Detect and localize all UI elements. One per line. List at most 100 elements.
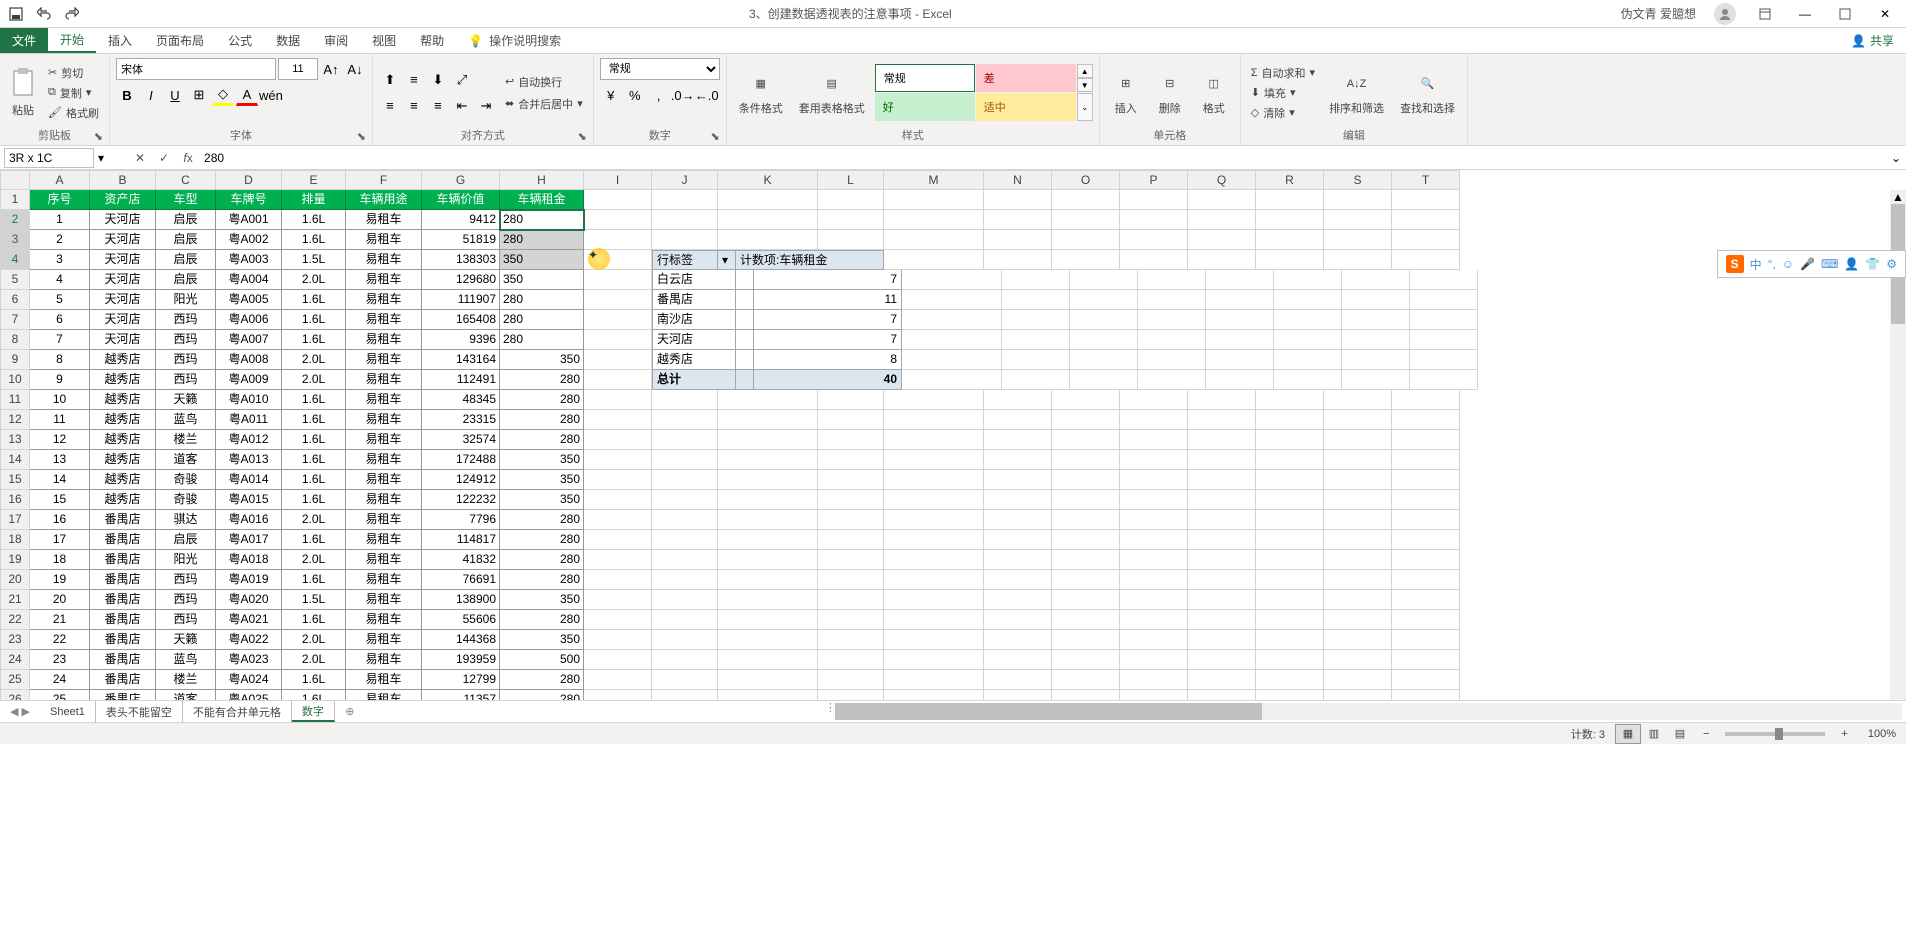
cell[interactable]: 1.5L [282,250,346,270]
cell[interactable] [1188,210,1256,230]
cell[interactable] [984,690,1052,700]
cell[interactable] [1324,230,1392,250]
cell[interactable] [1410,290,1478,310]
cell[interactable] [1392,530,1460,550]
cell[interactable]: 350 [500,470,584,490]
cell[interactable]: 番禺店 [90,670,156,690]
cell[interactable]: 易租车 [346,570,422,590]
cell[interactable]: 7 [754,310,902,330]
cell[interactable] [1052,390,1120,410]
cell[interactable]: 天河店 [90,330,156,350]
cell[interactable] [1256,510,1324,530]
cell[interactable] [1324,470,1392,490]
cell[interactable] [1052,430,1120,450]
cell[interactable] [884,610,984,630]
cell[interactable]: 粤A025 [216,690,282,700]
row-header[interactable]: 22 [0,610,30,630]
cell[interactable]: 48345 [422,390,500,410]
cell[interactable]: 番禺店 [90,690,156,700]
cell[interactable] [718,690,818,700]
cell[interactable]: ▾ [718,250,736,270]
cell[interactable] [652,510,718,530]
cell[interactable] [884,530,984,550]
share-button[interactable]: 👤 共享 [1839,28,1906,53]
cell[interactable]: 易租车 [346,530,422,550]
tab-review[interactable]: 审阅 [312,28,360,53]
expand-formula-icon[interactable]: ⌄ [1886,151,1906,165]
cell[interactable]: 124912 [422,470,500,490]
add-sheet-button[interactable]: ⊕ [335,701,365,722]
cell[interactable]: 粤A021 [216,610,282,630]
tell-me[interactable]: 💡 操作说明搜索 [456,28,561,53]
number-format-select[interactable]: 常规 [600,58,720,80]
fill-color-button[interactable]: ◇ [212,84,234,106]
cell[interactable] [1324,190,1392,210]
cell[interactable]: 1 [30,210,90,230]
cell[interactable] [584,290,652,310]
cell[interactable]: 西玛 [156,330,216,350]
cell[interactable]: 天籁 [156,630,216,650]
cell[interactable]: 2.0L [282,370,346,390]
cell[interactable]: 番禺店 [90,570,156,590]
decrease-font-icon[interactable]: A↓ [344,58,366,80]
row-header[interactable]: 10 [0,370,30,390]
cell[interactable]: 1.6L [282,570,346,590]
cell[interactable] [1188,390,1256,410]
fx-icon[interactable]: fx [176,151,200,165]
sort-filter-button[interactable]: A↓Z 排序和筛选 [1323,68,1390,118]
cell[interactable] [884,690,984,700]
row-header[interactable]: 17 [0,510,30,530]
paste-button[interactable]: 粘贴 [6,65,40,120]
row-header[interactable]: 5 [0,270,30,290]
cell[interactable] [1120,450,1188,470]
cell[interactable]: 番禺店 [90,510,156,530]
cell[interactable] [1274,290,1342,310]
cell[interactable]: 2.0L [282,510,346,530]
cell[interactable]: 天河店 [90,290,156,310]
close-icon[interactable]: ✕ [1874,3,1896,25]
cell[interactable] [1256,490,1324,510]
ribbon-options-icon[interactable] [1754,3,1776,25]
cell[interactable] [1052,570,1120,590]
cell[interactable]: 280 [500,210,584,230]
cell[interactable] [718,650,818,670]
cell[interactable] [818,690,884,700]
cell[interactable]: 13 [30,450,90,470]
cell[interactable]: 道客 [156,450,216,470]
column-header[interactable]: T [1392,170,1460,190]
ime-tool-icon[interactable]: ⚙ [1886,257,1897,271]
cell[interactable] [718,190,818,210]
tab-help[interactable]: 帮助 [408,28,456,53]
cell[interactable] [1052,670,1120,690]
merge-center-button[interactable]: ⬌合并后居中▾ [501,95,587,113]
cell[interactable] [1120,490,1188,510]
cell[interactable] [1138,290,1206,310]
copy-button[interactable]: ⧉复制▾ [44,84,103,102]
cell[interactable] [984,610,1052,630]
page-break-view-icon[interactable]: ▤ [1667,724,1693,744]
cell[interactable] [1138,270,1206,290]
cell[interactable]: 粤A011 [216,410,282,430]
column-header[interactable]: B [90,170,156,190]
cell[interactable]: 粤A009 [216,370,282,390]
cell[interactable] [884,630,984,650]
cell[interactable]: 越秀店 [90,370,156,390]
tab-formula[interactable]: 公式 [216,28,264,53]
cell[interactable] [1002,310,1070,330]
cell[interactable] [818,510,884,530]
cell[interactable]: 280 [500,530,584,550]
column-header[interactable]: A [30,170,90,190]
cell[interactable] [736,330,754,350]
cell[interactable]: 易租车 [346,270,422,290]
cell[interactable] [1392,450,1460,470]
row-header[interactable]: 21 [0,590,30,610]
cell[interactable]: 天河店 [90,310,156,330]
cell[interactable]: 天籁 [156,390,216,410]
cell[interactable] [1392,650,1460,670]
ime-toolbar[interactable]: S 中 °, ☺ 🎤 ⌨ 👤 👕 ⚙ [1717,250,1906,278]
column-header[interactable]: G [422,170,500,190]
cell[interactable] [1392,510,1460,530]
cell[interactable] [1052,410,1120,430]
row-header[interactable]: 7 [0,310,30,330]
cell[interactable]: 越秀店 [90,410,156,430]
